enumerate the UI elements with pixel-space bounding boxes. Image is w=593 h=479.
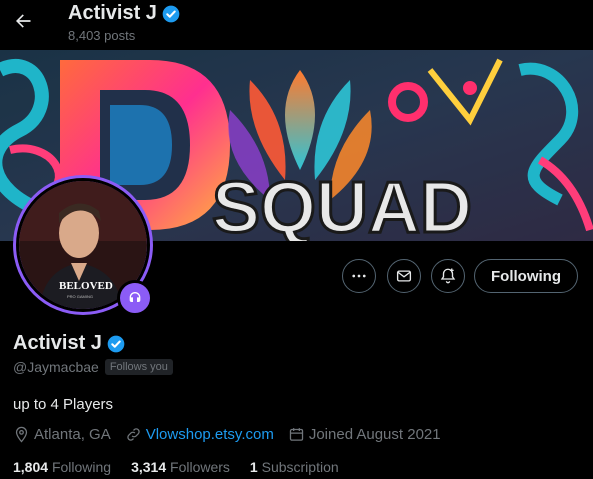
following-button[interactable]: Following [474, 259, 578, 293]
message-button[interactable] [387, 259, 421, 293]
subscription-stat[interactable]: 1 Subscription [250, 459, 339, 475]
avatar-subtext: PRO GAMING [67, 294, 93, 299]
followers-stat[interactable]: 3,314 Followers [131, 459, 230, 475]
display-name: Activist J [13, 332, 102, 354]
profile-stats: 1,804 Following 3,314 Followers 1 Subscr… [13, 459, 359, 475]
verified-badge-icon [107, 335, 125, 352]
joined-date: Joined August 2021 [288, 426, 441, 443]
joined-text: Joined August 2021 [308, 426, 441, 443]
bell-plus-icon [440, 268, 456, 284]
location-pin-icon [15, 426, 28, 443]
more-icon [352, 274, 366, 278]
follows-you-badge: Follows you [104, 359, 173, 375]
top-bar: Activist J 8,403 posts [0, 0, 593, 50]
followers-count: 3,314 [131, 459, 167, 475]
verified-badge-icon [162, 5, 180, 22]
website-link[interactable]: Vlowshop.etsy.com [146, 426, 274, 443]
spaces-icon [129, 292, 141, 302]
following-count: 1,804 [13, 459, 49, 475]
header-name: Activist J [68, 2, 157, 24]
arrow-left-icon [16, 14, 31, 28]
avatar-text: BELOVED [59, 280, 113, 292]
following-label: Following [51, 459, 112, 475]
location: Atlanta, GA [13, 426, 111, 443]
bio: up to 4 Players [13, 396, 114, 413]
banner-squad-text: SQUAD [212, 168, 472, 241]
post-count: 8,403 posts [68, 28, 136, 43]
following-stat[interactable]: 1,804 Following [13, 459, 111, 475]
envelope-icon [396, 270, 412, 282]
back-button[interactable] [8, 6, 38, 36]
notifications-button[interactable] [431, 259, 465, 293]
more-button[interactable] [342, 259, 376, 293]
followers-label: Followers [170, 459, 230, 475]
subscription-count: 1 [249, 459, 258, 475]
profile-meta: Atlanta, GA Vlowshop.etsy.com Joined Aug… [13, 426, 455, 443]
calendar-icon [289, 428, 303, 441]
website: Vlowshop.etsy.com [125, 426, 274, 443]
link-icon [127, 428, 140, 441]
header-name-row: Activist J [68, 2, 181, 25]
handle-row: @Jaymacbae Follows you [13, 359, 173, 375]
location-text: Atlanta, GA [34, 426, 111, 443]
display-name-row: Activist J [13, 332, 126, 355]
subscription-label: Subscription [261, 459, 339, 475]
handle: @Jaymacbae [13, 359, 99, 375]
spaces-badge[interactable] [117, 280, 153, 316]
